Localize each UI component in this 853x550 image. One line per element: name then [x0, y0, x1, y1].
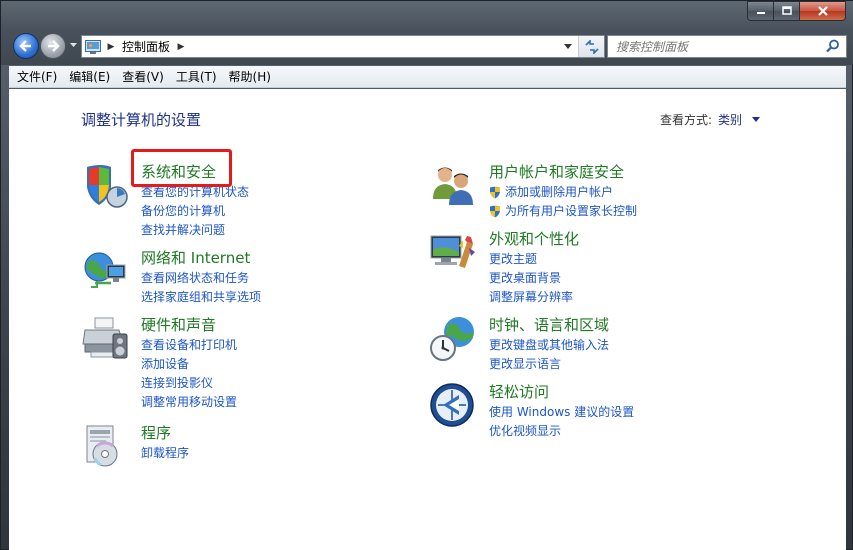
- link-devices-printers[interactable]: 查看设备和打印机: [141, 336, 237, 355]
- category-title-hardware[interactable]: 硬件和声音: [141, 314, 216, 335]
- view-by-label: 查看方式:: [659, 113, 712, 127]
- address-dropdown-button[interactable]: [560, 36, 576, 57]
- refresh-icon: [584, 39, 599, 54]
- appearance-icon[interactable]: [429, 228, 477, 276]
- forward-arrow-icon: [48, 40, 60, 52]
- breadcrumb-separator-icon[interactable]: ▶: [104, 42, 118, 52]
- menu-view[interactable]: 查看(V): [116, 66, 170, 88]
- link-connect-projector[interactable]: 连接到投影仪: [141, 374, 237, 393]
- hardware-sound-icon[interactable]: [81, 314, 129, 362]
- breadcrumb-separator-icon[interactable]: ▶: [174, 42, 188, 52]
- control-panel-icon: [82, 36, 104, 57]
- chevron-down-icon: [69, 42, 77, 47]
- category-title-programs[interactable]: 程序: [141, 422, 171, 443]
- maximize-button[interactable]: [774, 1, 800, 21]
- link-change-theme[interactable]: 更改主题: [489, 250, 573, 269]
- back-button[interactable]: [13, 33, 39, 59]
- close-button[interactable]: [800, 1, 846, 21]
- link-parental-controls-label: 为所有用户设置家长控制: [505, 204, 638, 218]
- menu-edit[interactable]: 编辑(E): [63, 66, 116, 88]
- maximize-icon: [781, 6, 792, 15]
- category-title-clock[interactable]: 时钟、语言和区域: [489, 314, 609, 335]
- minimize-icon: [756, 12, 765, 14]
- link-display-language[interactable]: 更改显示语言: [489, 355, 609, 374]
- network-internet-icon[interactable]: [81, 247, 129, 295]
- menu-bar: 文件(F) 编辑(E) 查看(V) 工具(T) 帮助(H): [9, 66, 846, 88]
- back-arrow-icon: [19, 40, 31, 52]
- uac-shield-icon: [490, 205, 500, 218]
- link-troubleshoot[interactable]: 查找并解决问题: [141, 221, 249, 240]
- refresh-button[interactable]: [578, 36, 604, 57]
- highlight-box: [131, 149, 232, 187]
- user-accounts-icon[interactable]: [429, 161, 477, 209]
- caption-buttons: [747, 1, 846, 21]
- link-uninstall-program[interactable]: 卸载程序: [141, 444, 189, 463]
- chevron-down-icon: [564, 44, 572, 49]
- view-by-control: 查看方式: 类别: [660, 111, 760, 128]
- clock-region-icon[interactable]: [429, 314, 477, 362]
- link-network-status[interactable]: 查看网络状态和任务: [141, 269, 261, 288]
- control-panel-window: ▶ 控制面板 ▶ 文件(F) 编辑(E) 查看(V) 工具(T) 帮助(H) 调…: [0, 0, 853, 550]
- breadcrumb-control-panel[interactable]: 控制面板: [118, 38, 174, 55]
- page-title: 调整计算机的设置: [81, 111, 202, 129]
- menu-file[interactable]: 文件(F): [11, 66, 63, 88]
- link-parental-controls[interactable]: 为所有用户设置家长控制: [489, 202, 637, 221]
- search-icon[interactable]: [826, 39, 840, 53]
- link-add-remove-accounts[interactable]: 添加或删除用户帐户: [489, 183, 637, 202]
- menu-tools[interactable]: 工具(T): [170, 66, 223, 88]
- menu-help[interactable]: 帮助(H): [223, 66, 277, 88]
- category-title-appearance[interactable]: 外观和个性化: [489, 228, 579, 249]
- minimize-button[interactable]: [747, 1, 774, 21]
- uac-shield-icon: [490, 186, 500, 199]
- system-security-icon[interactable]: [81, 161, 129, 209]
- category-title-users[interactable]: 用户帐户和家庭安全: [489, 161, 624, 182]
- close-icon: [817, 6, 828, 16]
- link-keyboard-input[interactable]: 更改键盘或其他输入法: [489, 336, 609, 355]
- link-add-remove-accounts-label: 添加或删除用户帐户: [505, 185, 614, 199]
- recent-pages-dropdown[interactable]: [68, 40, 78, 50]
- address-bar[interactable]: ▶ 控制面板 ▶: [81, 35, 605, 58]
- search-input[interactable]: [608, 39, 818, 54]
- link-screen-resolution[interactable]: 调整屏幕分辨率: [489, 288, 573, 307]
- category-title-network[interactable]: 网络和 Internet: [141, 247, 250, 268]
- ease-of-access-icon[interactable]: [429, 381, 477, 429]
- link-homegroup-sharing[interactable]: 选择家庭组和共享选项: [141, 288, 261, 307]
- link-windows-suggested-settings[interactable]: 使用 Windows 建议的设置: [489, 403, 634, 422]
- search-box[interactable]: [607, 35, 847, 58]
- link-mobility-settings[interactable]: 调整常用移动设置: [141, 393, 237, 412]
- view-by-dropdown[interactable]: 类别: [718, 111, 742, 128]
- programs-icon[interactable]: [81, 422, 129, 470]
- link-optimize-visual-display[interactable]: 优化视频显示: [489, 422, 634, 441]
- chevron-down-icon[interactable]: [752, 117, 760, 122]
- link-add-device[interactable]: 添加设备: [141, 355, 237, 374]
- link-desktop-background[interactable]: 更改桌面背景: [489, 269, 573, 288]
- category-title-access[interactable]: 轻松访问: [489, 381, 549, 402]
- navigation-bar: ▶ 控制面板 ▶: [9, 31, 849, 61]
- forward-button[interactable]: [40, 33, 66, 59]
- link-backup-computer[interactable]: 备份您的计算机: [141, 202, 249, 221]
